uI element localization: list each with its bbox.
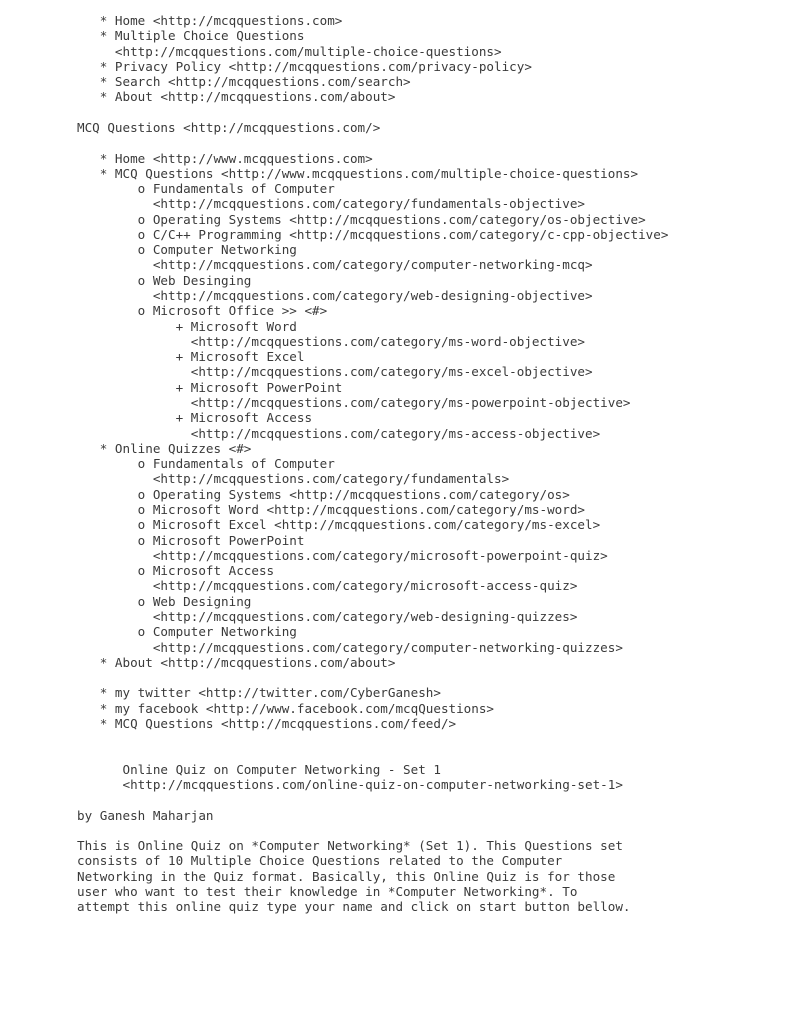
bullet-line-level1[interactable]: * Search <http://mcqquestions.com/search… xyxy=(77,74,791,89)
url-line[interactable]: <http://mcqquestions.com/multiple-choice… xyxy=(77,44,791,59)
bullet-line-level2[interactable]: o Microsoft PowerPoint xyxy=(77,533,791,548)
bullet-line-level1[interactable]: * About <http://mcqquestions.com/about> xyxy=(77,89,791,104)
url-line[interactable]: <http://mcqquestions.com/category/comput… xyxy=(77,257,791,272)
bullet-line-level3[interactable]: + Microsoft PowerPoint xyxy=(77,380,791,395)
bullet-line-level2[interactable]: o Operating Systems <http://mcqquestions… xyxy=(77,212,791,227)
bullet-line-level2[interactable]: o Web Desinging xyxy=(77,273,791,288)
url-line[interactable]: <http://mcqquestions.com/category/fundam… xyxy=(77,471,791,486)
page-canvas: * Home <http://mcqquestions.com> * Multi… xyxy=(0,0,791,1023)
text-line: consists of 10 Multiple Choice Questions… xyxy=(77,853,563,869)
bullet-line-level1[interactable]: * Privacy Policy <http://mcqquestions.co… xyxy=(77,59,791,74)
url-line[interactable]: <http://mcqquestions.com/category/comput… xyxy=(77,640,791,655)
bullet-line-level1[interactable]: * MCQ Questions <http://www.mcqquestions… xyxy=(77,166,791,181)
bullet-line-level3[interactable]: + Microsoft Access xyxy=(77,410,791,425)
text-line: user who want to test their knowledge in… xyxy=(77,883,578,899)
url-line[interactable]: <http://mcqquestions.com/category/web-de… xyxy=(77,288,791,303)
text-line: attempt this online quiz type your name … xyxy=(77,899,631,915)
url-line[interactable]: <http://mcqquestions.com/category/micros… xyxy=(77,548,791,563)
url-line[interactable]: <http://mcqquestions.com/category/ms-exc… xyxy=(77,364,791,379)
url-line[interactable]: <http://mcqquestions.com/category/ms-wor… xyxy=(77,334,791,349)
bullet-line-level1[interactable]: * my twitter <http://twitter.com/CyberGa… xyxy=(77,685,791,700)
url-line[interactable]: <http://mcqquestions.com/category/ms-acc… xyxy=(77,426,791,441)
bullet-line-level2[interactable]: o Microsoft Word <http://mcqquestions.co… xyxy=(77,502,791,517)
text-line: MCQ Questions <http://mcqquestions.com/> xyxy=(77,119,381,135)
bullet-line-level1[interactable]: * Home <http://www.mcqquestions.com> xyxy=(77,151,791,166)
url-line[interactable]: <http://mcqquestions.com/category/micros… xyxy=(77,578,791,593)
bullet-line-level2[interactable]: o Computer Networking xyxy=(77,624,791,639)
text-line: Networking in the Quiz format. Basically… xyxy=(77,868,616,884)
bullet-line-level2[interactable]: o Computer Networking xyxy=(77,242,791,257)
text-line: Online Quiz on Computer Networking - Set… xyxy=(77,761,441,777)
bullet-line-level3[interactable]: + Microsoft Word xyxy=(77,319,791,334)
text-line: This is Online Quiz on *Computer Network… xyxy=(77,838,623,854)
bullet-line-level2[interactable]: o Microsoft Access xyxy=(77,563,791,578)
bullet-line-level1[interactable]: * Online Quizzes <#> xyxy=(77,441,791,456)
bullet-line-level2[interactable]: o Microsoft Office >> <#> xyxy=(77,303,791,318)
url-line[interactable]: <http://mcqquestions.com/category/fundam… xyxy=(77,196,791,211)
bullet-line-level1[interactable]: * Multiple Choice Questions xyxy=(77,28,791,43)
bullet-line-level2[interactable]: o C/C++ Programming <http://mcqquestions… xyxy=(77,227,791,242)
url-line[interactable]: <http://mcqquestions.com/online-quiz-on-… xyxy=(77,777,791,792)
bullet-line-level3[interactable]: + Microsoft Excel xyxy=(77,349,791,364)
plain-text-document: * Home <http://mcqquestions.com> * Multi… xyxy=(0,13,791,914)
bullet-line-level2[interactable]: o Operating Systems <http://mcqquestions… xyxy=(77,487,791,502)
url-line[interactable]: <http://mcqquestions.com/category/web-de… xyxy=(77,609,791,624)
url-line[interactable]: <http://mcqquestions.com/category/ms-pow… xyxy=(77,395,791,410)
bullet-line-level2[interactable]: o Microsoft Excel <http://mcqquestions.c… xyxy=(77,517,791,532)
bullet-line-level2[interactable]: o Fundamentals of Computer xyxy=(77,181,791,196)
bullet-line-level1[interactable]: * my facebook <http://www.facebook.com/m… xyxy=(77,701,791,716)
bullet-line-level2[interactable]: o Web Designing xyxy=(77,594,791,609)
bullet-line-level1[interactable]: * About <http://mcqquestions.com/about> xyxy=(77,655,791,670)
bullet-line-level1[interactable]: * MCQ Questions <http://mcqquestions.com… xyxy=(77,716,791,731)
text-line: by Ganesh Maharjan xyxy=(77,807,214,823)
bullet-line-level1[interactable]: * Home <http://mcqquestions.com> xyxy=(77,13,791,28)
bullet-line-level2[interactable]: o Fundamentals of Computer xyxy=(77,456,791,471)
